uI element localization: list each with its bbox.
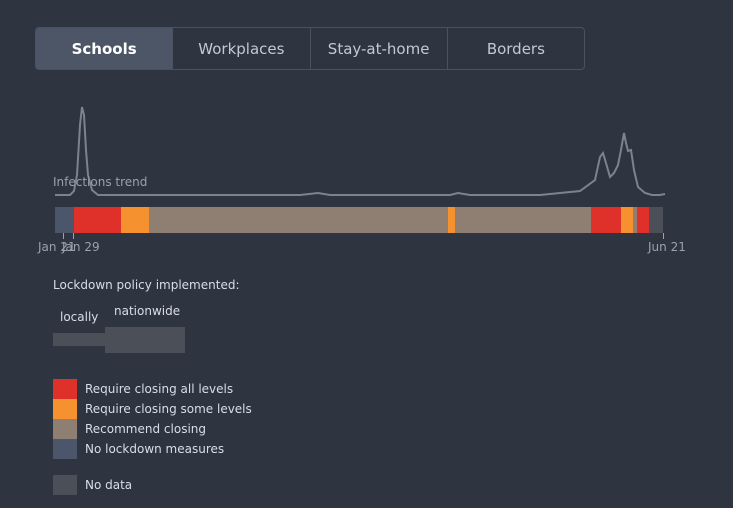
timeline-segment-recommend xyxy=(149,207,448,233)
legend-swatch-all xyxy=(53,379,77,399)
nationwide-label: nationwide xyxy=(114,304,181,318)
legend-swatch-nodata xyxy=(53,475,77,495)
policy-title: Lockdown policy implemented: xyxy=(53,278,240,292)
legend-item-all: Require closing all levels xyxy=(53,379,252,399)
legend-item-none: No lockdown measures xyxy=(53,439,252,459)
tick-label-mid: Jan 29 xyxy=(62,240,100,254)
tick-label-end: Jun 21 xyxy=(648,240,686,254)
legend-label-all: Require closing all levels xyxy=(85,382,234,396)
timeline-segment-all xyxy=(636,207,649,233)
timeline-segment-all xyxy=(591,207,622,233)
legend-item-recommend: Recommend closing xyxy=(53,419,252,439)
tab-schools[interactable]: Schools xyxy=(36,28,173,69)
trend-label: Infections trend xyxy=(53,175,148,189)
timeline-segment-some xyxy=(120,207,150,233)
timeline-segment-none xyxy=(55,207,74,233)
tab-borders[interactable]: Borders xyxy=(446,28,584,69)
tick-start xyxy=(63,233,64,239)
timeline-segment-recommend xyxy=(455,207,592,233)
legend-label-some: Require closing some levels xyxy=(85,402,252,416)
legend-item-nodata: No data xyxy=(53,475,132,495)
legend-swatch-some xyxy=(53,399,77,419)
legend-label-none: No lockdown measures xyxy=(85,442,225,456)
legend-swatch-none xyxy=(53,439,77,459)
nationwide-bar xyxy=(105,327,185,353)
timeline-segment-some xyxy=(447,207,456,233)
timeline-segment-all xyxy=(73,207,121,233)
locally-bar xyxy=(53,333,105,346)
legend-label-nodata: No data xyxy=(85,478,133,492)
legend-label-recommend: Recommend closing xyxy=(85,422,207,436)
tick-mid xyxy=(73,233,74,239)
policy-timeline xyxy=(55,207,663,233)
timeline-segment-some xyxy=(621,207,633,233)
tab-stay-at-home[interactable]: Stay-at-home xyxy=(309,28,447,69)
tab-workplaces[interactable]: Workplaces xyxy=(172,28,309,69)
tick-end xyxy=(663,233,664,239)
locally-label: locally xyxy=(60,310,99,324)
policy-tabs: Schools Workplaces Stay-at-home Borders xyxy=(35,27,585,70)
legend-swatch-recommend xyxy=(53,419,77,439)
timeline-segment-nodata xyxy=(649,207,663,233)
legend-item-some: Require closing some levels xyxy=(53,399,252,419)
legend: Require closing all levels Require closi… xyxy=(53,379,252,459)
